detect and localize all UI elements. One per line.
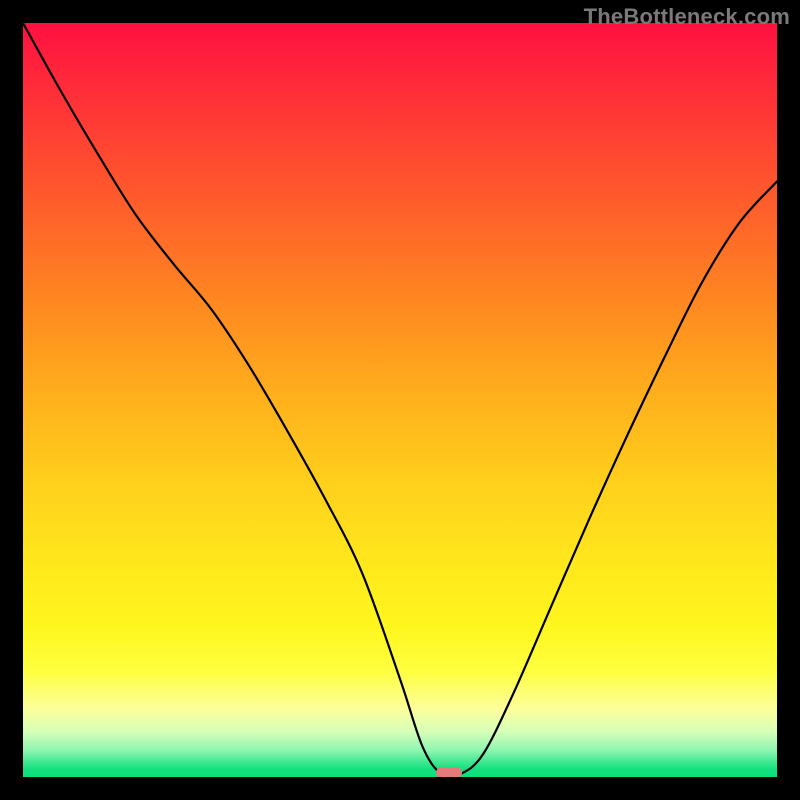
chart-frame: TheBottleneck.com — [0, 0, 800, 800]
watermark-text: TheBottleneck.com — [584, 4, 790, 30]
plot-area — [23, 23, 777, 777]
minimum-marker — [436, 767, 462, 777]
bottleneck-curve — [23, 23, 777, 777]
